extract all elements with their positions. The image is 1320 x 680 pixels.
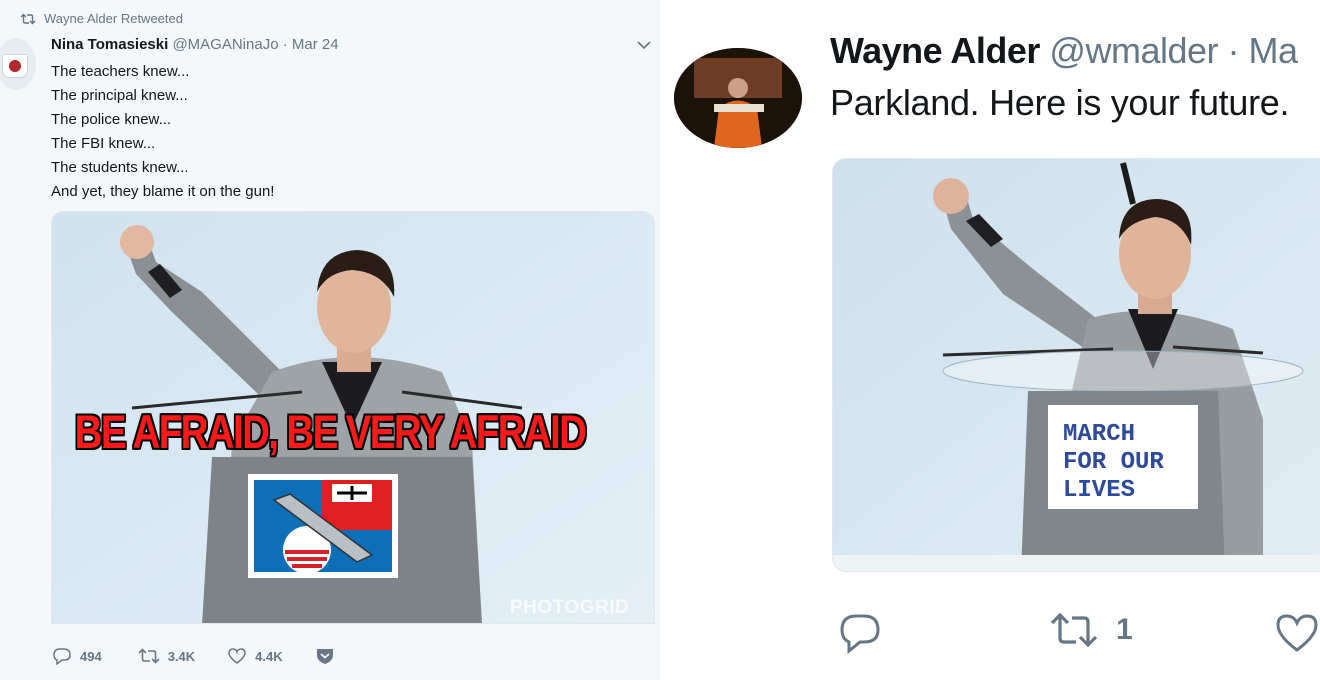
author-name[interactable]: Nina Tomasieski	[51, 36, 168, 53]
tweet-text: The teachers knew... The principal knew.…	[51, 60, 274, 204]
retweet-icon	[20, 13, 36, 24]
separator: ·	[1227, 30, 1240, 71]
heart-icon	[1276, 614, 1318, 652]
tweet-header: Nina Tomasieski @MAGANinaJo · Mar 24	[51, 36, 339, 53]
tweet-actions: 494 3.4K 4.4K	[52, 647, 335, 665]
tweet-header: Wayne Alder @wmalder · Ma	[830, 30, 1298, 72]
dm-button[interactable]	[315, 647, 335, 665]
avatar-photo	[674, 48, 802, 148]
author-name[interactable]: Wayne Alder	[830, 30, 1040, 71]
like-button[interactable]	[1274, 612, 1320, 654]
like-count: 4.4K	[255, 648, 283, 664]
composite-screenshot: Wayne Alder Retweeted Nina Tomasieski @M…	[0, 0, 1320, 680]
separator: ·	[282, 36, 288, 53]
heart-icon	[228, 648, 246, 664]
avatar[interactable]	[0, 38, 36, 90]
retweet-button[interactable]: 1	[1050, 612, 1133, 648]
tweet-date[interactable]: Ma	[1249, 30, 1299, 71]
like-button[interactable]: 4.4K	[227, 647, 283, 665]
meme-caption: BE AFRAID, BE VERY AFRAID	[74, 405, 587, 458]
retweet-label[interactable]: Wayne Alder Retweeted	[44, 11, 183, 26]
sign-line: LIVES	[1063, 477, 1135, 504]
author-handle[interactable]: @MAGANinaJo	[172, 36, 278, 53]
tweet-line: The police knew...	[51, 111, 172, 128]
left-tweet[interactable]: Wayne Alder Retweeted Nina Tomasieski @M…	[0, 0, 660, 680]
tweet-line: The teachers knew...	[51, 63, 190, 80]
reply-button[interactable]: 494	[52, 647, 102, 665]
tweet-media[interactable]: MARCH FOR OUR LIVES	[832, 158, 1320, 572]
tweet-line: The principal knew...	[51, 87, 188, 104]
retweet-context: Wayne Alder Retweeted	[20, 11, 183, 26]
retweet-icon	[138, 648, 160, 664]
tweet-line: And yet, they blame it on the gun!	[51, 183, 275, 200]
tweet-line: The FBI knew...	[51, 135, 156, 152]
avatar[interactable]	[674, 48, 802, 148]
sign-line: MARCH	[1063, 421, 1135, 448]
retweet-icon	[1050, 612, 1098, 648]
tweet-actions: 1	[838, 612, 1320, 660]
reply-button[interactable]	[838, 612, 882, 654]
sign-line: FOR OUR	[1063, 449, 1164, 476]
tweet-date[interactable]: Mar 24	[292, 36, 339, 53]
chevron-down-icon[interactable]	[636, 38, 652, 52]
reply-count: 494	[80, 648, 102, 664]
dm-icon	[316, 649, 333, 664]
speaker-photo: MARCH FOR OUR LIVES	[833, 159, 1320, 571]
watermark: PHOTOGRID	[510, 597, 630, 618]
tweet-line: The students knew...	[51, 159, 189, 176]
tweet-text: Parkland. Here is your future.	[830, 82, 1290, 123]
author-handle[interactable]: @wmalder	[1049, 30, 1218, 71]
retweet-button[interactable]: 3.4K	[138, 648, 195, 664]
reply-icon	[53, 648, 71, 665]
retweet-count: 3.4K	[167, 648, 196, 664]
right-tweet[interactable]: Wayne Alder @wmalder · Ma Parkland. Here…	[660, 0, 1320, 680]
retweet-count: 1	[1116, 613, 1133, 646]
reply-icon	[840, 614, 880, 654]
